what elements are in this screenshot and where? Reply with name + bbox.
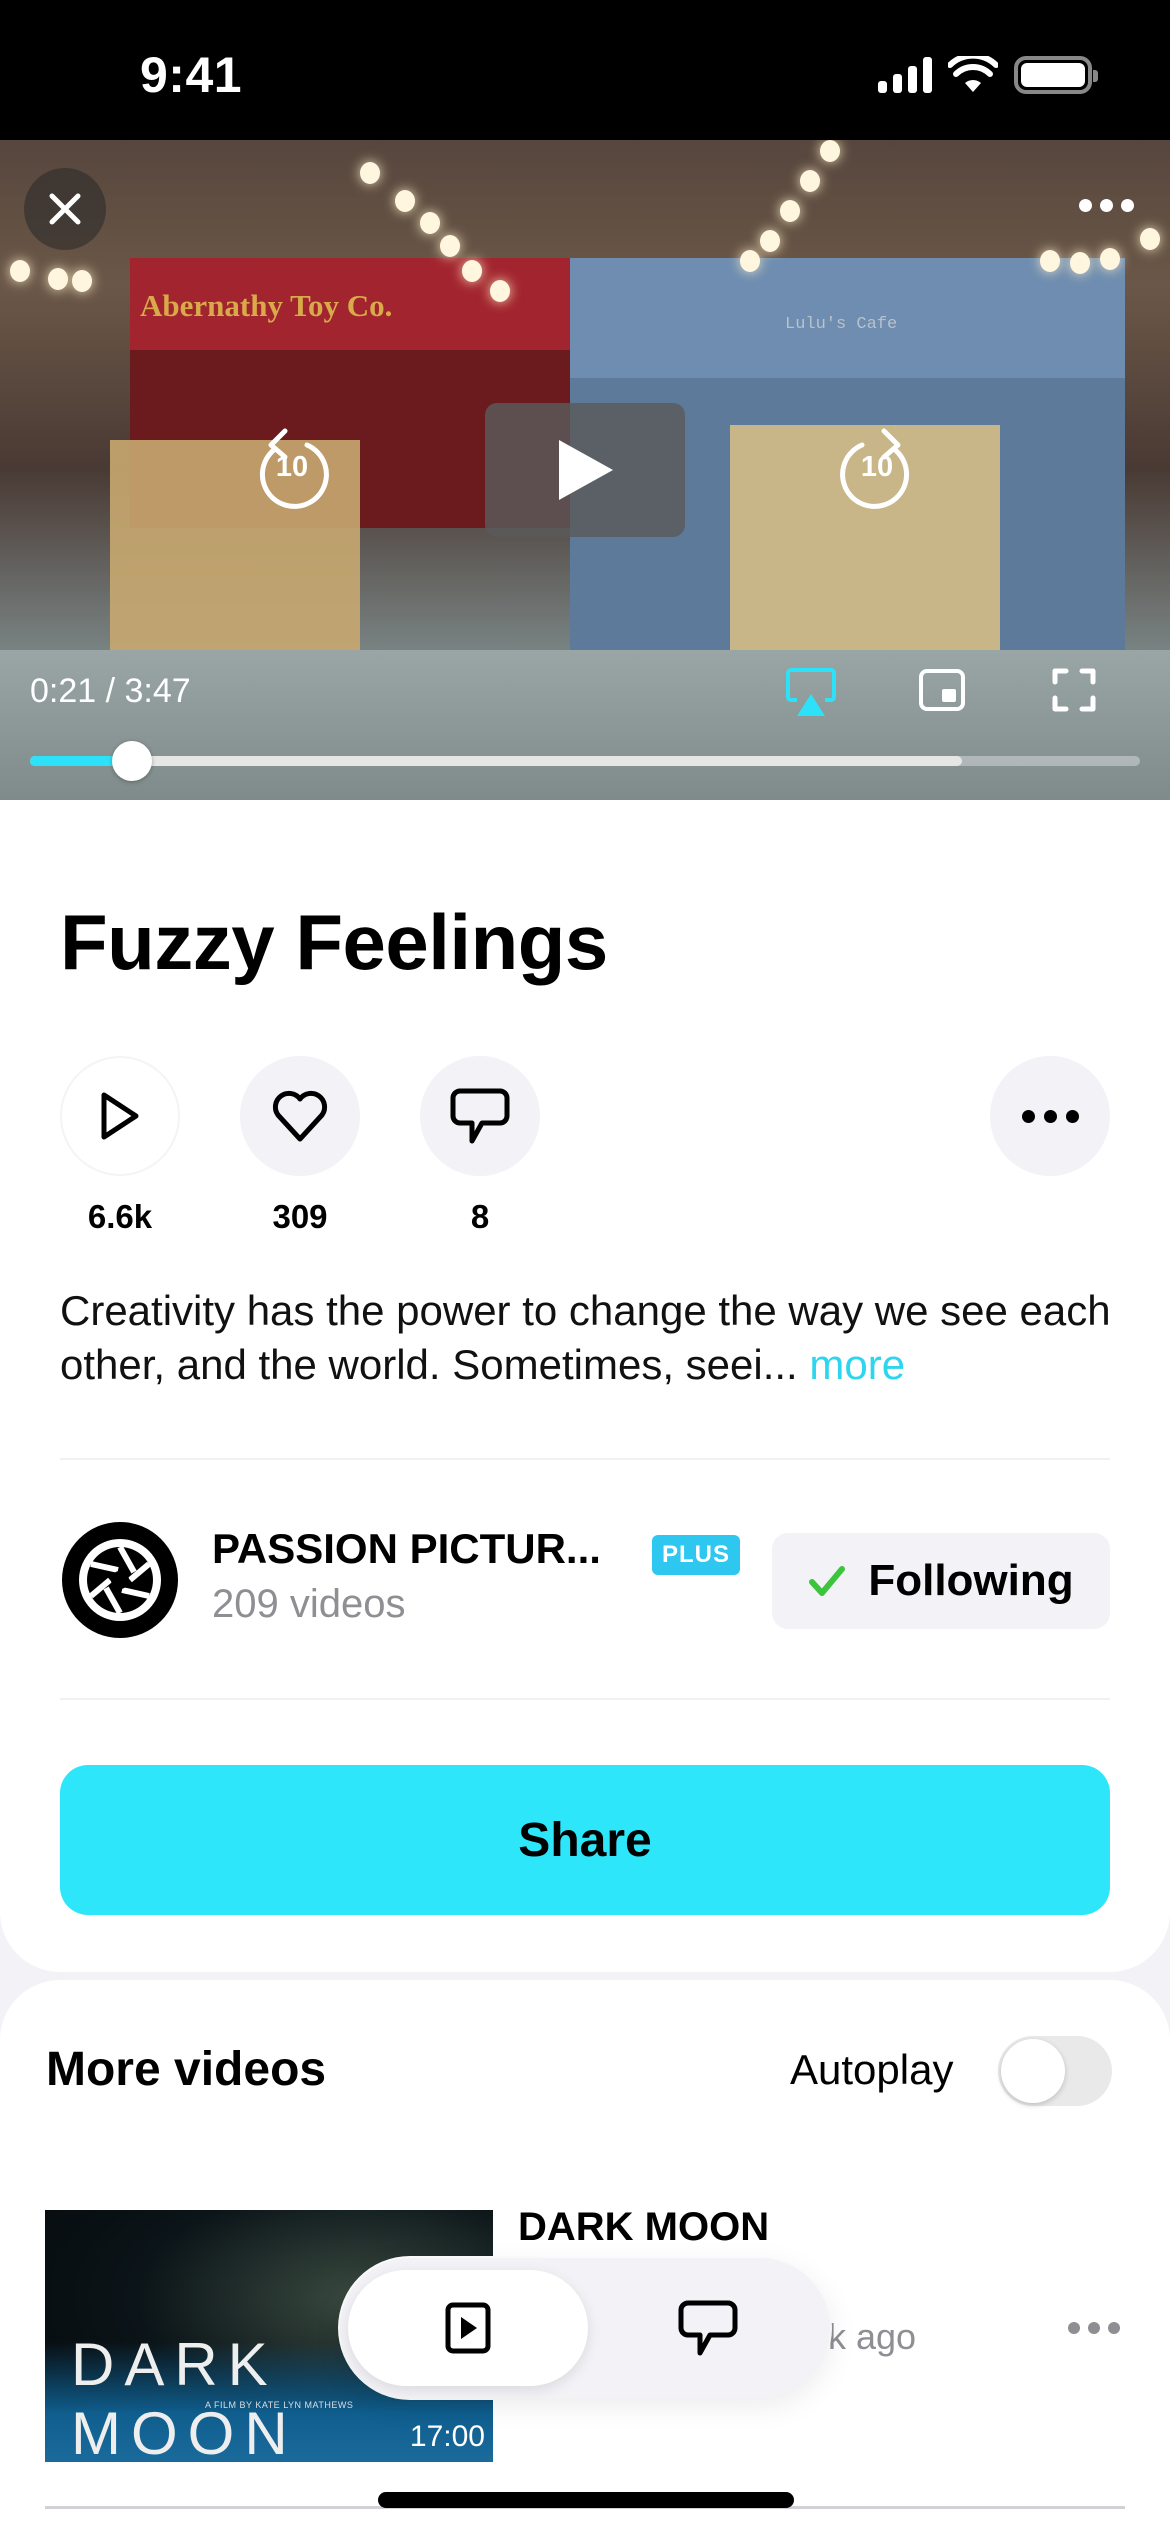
comments-count: 8	[470, 1198, 490, 1235]
airplay-icon	[786, 668, 836, 716]
scene-string-lights	[0, 140, 1170, 340]
channel-video-count: 209 videos	[212, 1582, 406, 1626]
following-label: Following	[868, 1556, 1074, 1605]
thumbnail-subtitle: A FILM BY KATE LYN MATHEWS	[205, 2400, 354, 2410]
divider	[60, 1458, 1110, 1460]
close-button[interactable]	[24, 168, 106, 250]
fullscreen-button[interactable]	[1052, 668, 1096, 712]
picture-in-picture-button[interactable]	[918, 668, 966, 712]
status-bar: 9:41	[0, 0, 1170, 140]
play-icon	[101, 1092, 139, 1140]
checkmark-icon	[809, 1566, 846, 1596]
skip-back-seconds: 10	[275, 451, 309, 483]
dot	[1065, 1109, 1079, 1123]
dot	[1043, 1109, 1057, 1123]
plus-badge: PLUS	[652, 1535, 740, 1575]
related-video-meta: k ago	[828, 2316, 917, 2357]
heart-icon	[272, 1090, 328, 1142]
video-description: Creativity has the power to change the w…	[60, 1284, 1120, 1392]
dot	[1120, 198, 1134, 212]
video-info-card: Fuzzy Feelings 6.6k 309 8 Creativity has…	[0, 800, 1170, 1972]
following-button[interactable]: Following	[772, 1533, 1110, 1629]
comment-button[interactable]	[420, 1056, 540, 1176]
autoplay-label: Autoplay	[790, 2046, 954, 2093]
airplay-button[interactable]	[785, 668, 837, 718]
likes-stat: 309	[240, 1056, 360, 1236]
comments-stat: 8	[420, 1056, 540, 1236]
video-icon	[445, 2302, 491, 2354]
progress-thumb[interactable]	[112, 741, 153, 781]
tab-comments[interactable]	[595, 2270, 820, 2386]
dot	[1068, 2322, 1080, 2334]
dot	[1088, 2322, 1100, 2334]
picture-in-picture-icon	[919, 669, 965, 711]
like-button[interactable]	[240, 1056, 360, 1176]
autoplay-toggle[interactable]	[998, 2036, 1112, 2106]
toggle-knob	[1001, 2039, 1065, 2103]
battery-icon	[1014, 56, 1098, 94]
share-button[interactable]: Share	[60, 1765, 1110, 1915]
related-video-more-button[interactable]	[1068, 2322, 1120, 2334]
play-icon	[559, 440, 613, 500]
views-count: 6.6k	[87, 1198, 153, 1235]
dot	[1021, 1109, 1035, 1123]
floating-tab-bar	[340, 2258, 830, 2398]
dot	[1099, 198, 1113, 212]
close-icon	[49, 193, 81, 225]
more-videos-section: More videos Autoplay DARK MOON A FILM BY…	[0, 1980, 1170, 2532]
fullscreen-icon	[1052, 668, 1096, 712]
dot	[1108, 2322, 1120, 2334]
home-indicator[interactable]	[378, 2492, 794, 2508]
likes-count: 309	[272, 1198, 328, 1235]
views-stat: 6.6k	[60, 1056, 180, 1236]
status-icons	[878, 56, 1098, 94]
description-more-link[interactable]: more	[809, 1341, 905, 1388]
status-time: 9:41	[140, 47, 243, 103]
channel-avatar[interactable]	[60, 1520, 180, 1640]
wifi-icon	[948, 56, 998, 92]
player-more-button[interactable]	[1066, 180, 1146, 230]
channel-name[interactable]: PASSION PICTUR...	[212, 1525, 601, 1573]
skip-back-button[interactable]: 10	[247, 423, 337, 515]
dot	[1078, 198, 1092, 212]
divider	[60, 1698, 1110, 1700]
comment-icon	[450, 1088, 510, 1144]
comment-icon	[678, 2300, 737, 2356]
play-button[interactable]	[485, 403, 685, 537]
tab-video[interactable]	[348, 2270, 588, 2386]
progress-buffered	[30, 756, 963, 766]
time-readout: 0:21 / 3:47	[30, 672, 191, 710]
more-videos-title: More videos	[46, 2043, 327, 2096]
video-more-button[interactable]	[990, 1056, 1110, 1176]
video-title: Fuzzy Feelings	[60, 898, 608, 986]
skip-forward-button[interactable]: 10	[832, 423, 922, 515]
skip-forward-seconds: 10	[860, 451, 894, 483]
progress-bar[interactable]	[30, 741, 1140, 781]
cellular-signal-icon	[878, 57, 932, 93]
related-video-title[interactable]: DARK MOON	[518, 2205, 769, 2250]
video-duration: 17:00	[409, 2420, 485, 2453]
description-text: Creativity has the power to change the w…	[60, 1287, 1111, 1388]
video-player[interactable]: Abernathy Toy Co. Lulu's Cafe 10 10 0:21…	[0, 140, 1170, 800]
views-button[interactable]	[60, 1056, 180, 1176]
